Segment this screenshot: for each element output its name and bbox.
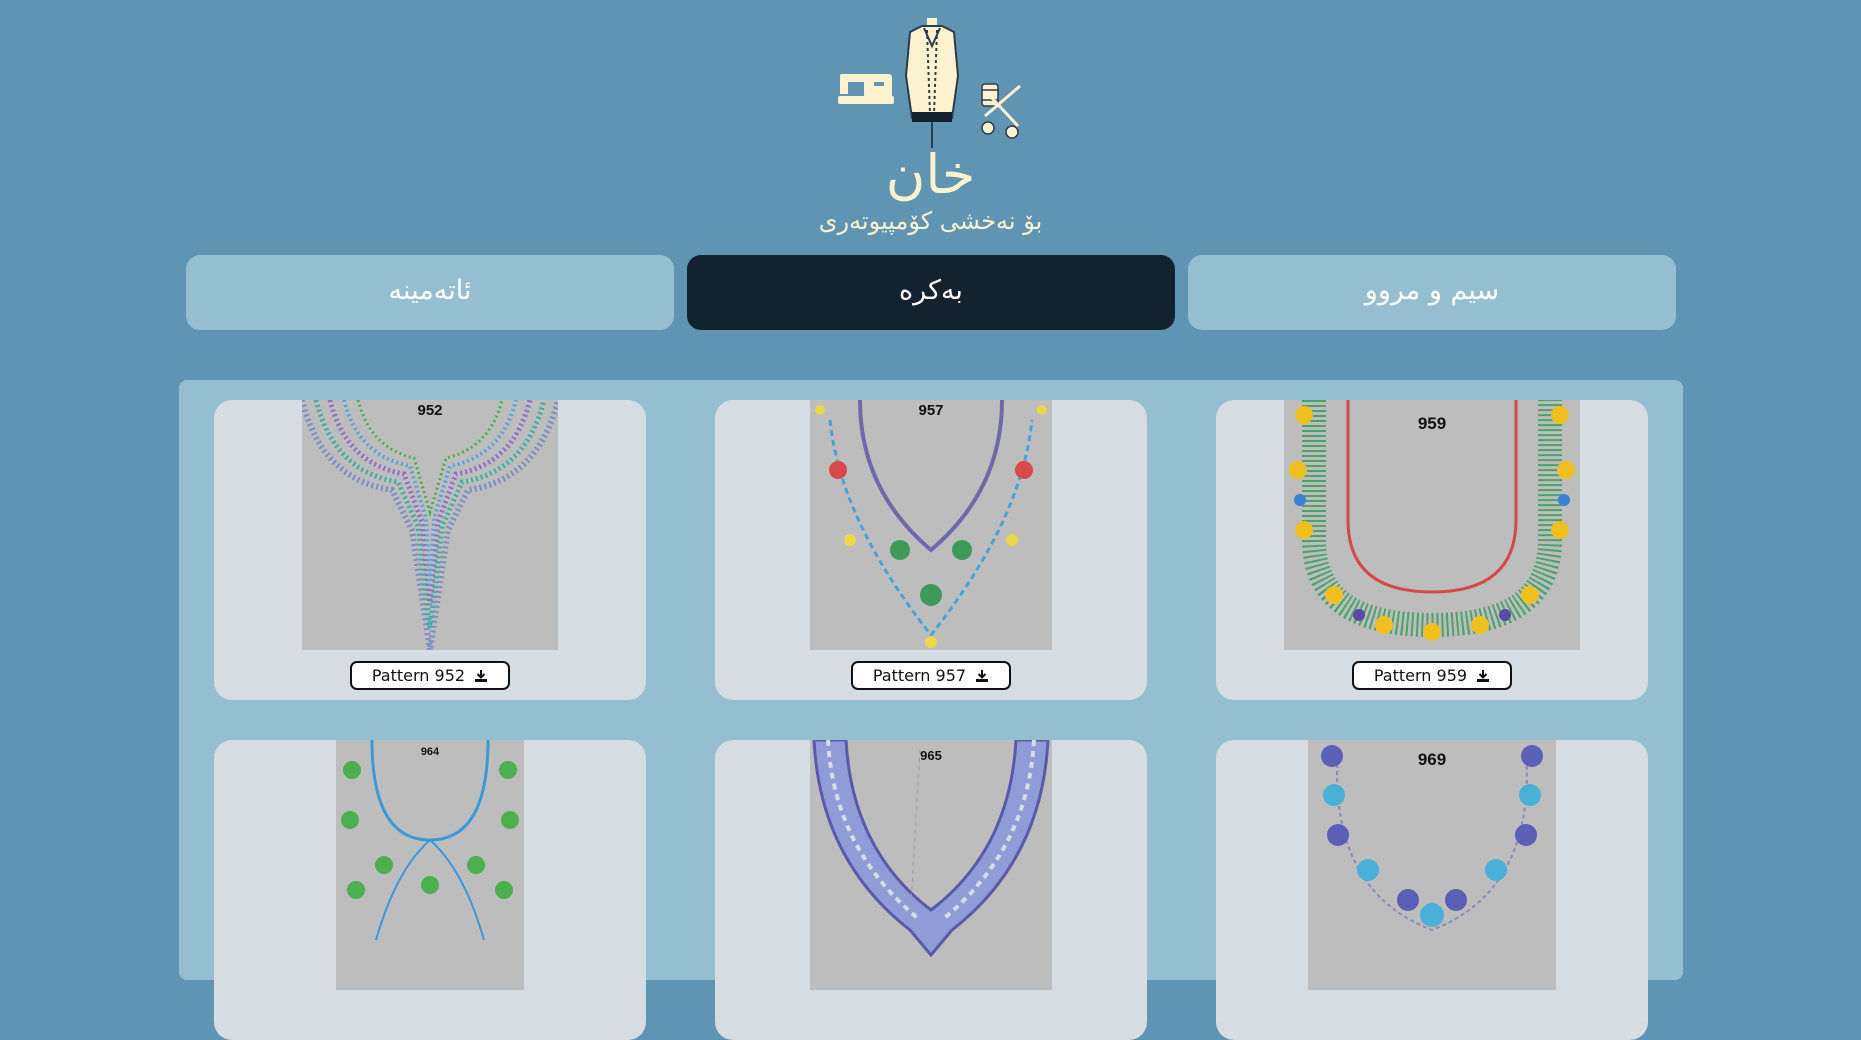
pattern-embroidery-graphic (341, 740, 519, 941)
pattern-card-969: 969 (1216, 740, 1648, 1040)
download-button-label: Pattern 952 (371, 666, 466, 685)
download-icon (475, 670, 488, 682)
pattern-image-959[interactable]: 959 (1284, 400, 1580, 650)
pattern-card-964: 964 (214, 740, 646, 1040)
download-icon (976, 670, 989, 682)
tab-bakra[interactable]: بەکرە (687, 255, 1175, 330)
site-header: خان بۆ نەخشی کۆمپیوتەری (0, 0, 1861, 240)
pattern-card-965: 965 (715, 740, 1147, 1040)
brand-subtitle: بۆ نەخشی کۆمپیوتەری (818, 207, 1043, 235)
pattern-image-952[interactable]: 952 (302, 400, 558, 650)
pattern-embroidery-graphic (1289, 400, 1575, 641)
pattern-number: 959 (1417, 414, 1447, 433)
pattern-embroidery-graphic (812, 740, 1050, 958)
pattern-image-965[interactable]: 965 (810, 740, 1052, 990)
pattern-image-957[interactable]: 957 (810, 400, 1052, 650)
tailor-mannequin-icon (904, 18, 960, 148)
pattern-embroidery-graphic (815, 400, 1047, 648)
download-button-label: Pattern 957 (872, 666, 967, 685)
pattern-card-952: 952 Pattern 952 (214, 400, 646, 700)
download-button-label: Pattern 959 (1373, 666, 1468, 685)
brand-title: خان (885, 143, 976, 206)
sewing-machine-icon (838, 74, 894, 104)
pattern-gallery: 952 Pattern 952 957 Pattern 957 959 Patt… (179, 380, 1683, 1040)
tab-atemina[interactable]: ئاتەمینە (186, 255, 674, 330)
pattern-image-964[interactable]: 964 (336, 740, 524, 990)
download-button-952[interactable]: Pattern 952 (350, 661, 510, 690)
category-tabs: ئاتەمینە بەکرە سیم و مروو (186, 255, 1676, 330)
pattern-number: 964 (420, 746, 440, 758)
pattern-card-959: 959 Pattern 959 (1216, 400, 1648, 700)
pattern-embroidery-graphic (302, 400, 558, 650)
pattern-number: 965 (920, 748, 942, 763)
pattern-number: 969 (1417, 750, 1447, 769)
pattern-number: 957 (918, 402, 944, 419)
download-button-957[interactable]: Pattern 957 (851, 661, 1011, 690)
scissors-thread-icon (981, 83, 1021, 139)
tab-sim-w-marw[interactable]: سیم و مروو (1188, 255, 1676, 330)
pattern-embroidery-graphic (1321, 745, 1543, 932)
pattern-image-969[interactable]: 969 (1308, 740, 1556, 990)
pattern-number: 952 (417, 402, 443, 419)
brand-logo (838, 18, 1021, 148)
download-button-959[interactable]: Pattern 959 (1352, 661, 1512, 690)
pattern-card-957: 957 Pattern 957 (715, 400, 1147, 700)
download-icon (1477, 670, 1490, 682)
